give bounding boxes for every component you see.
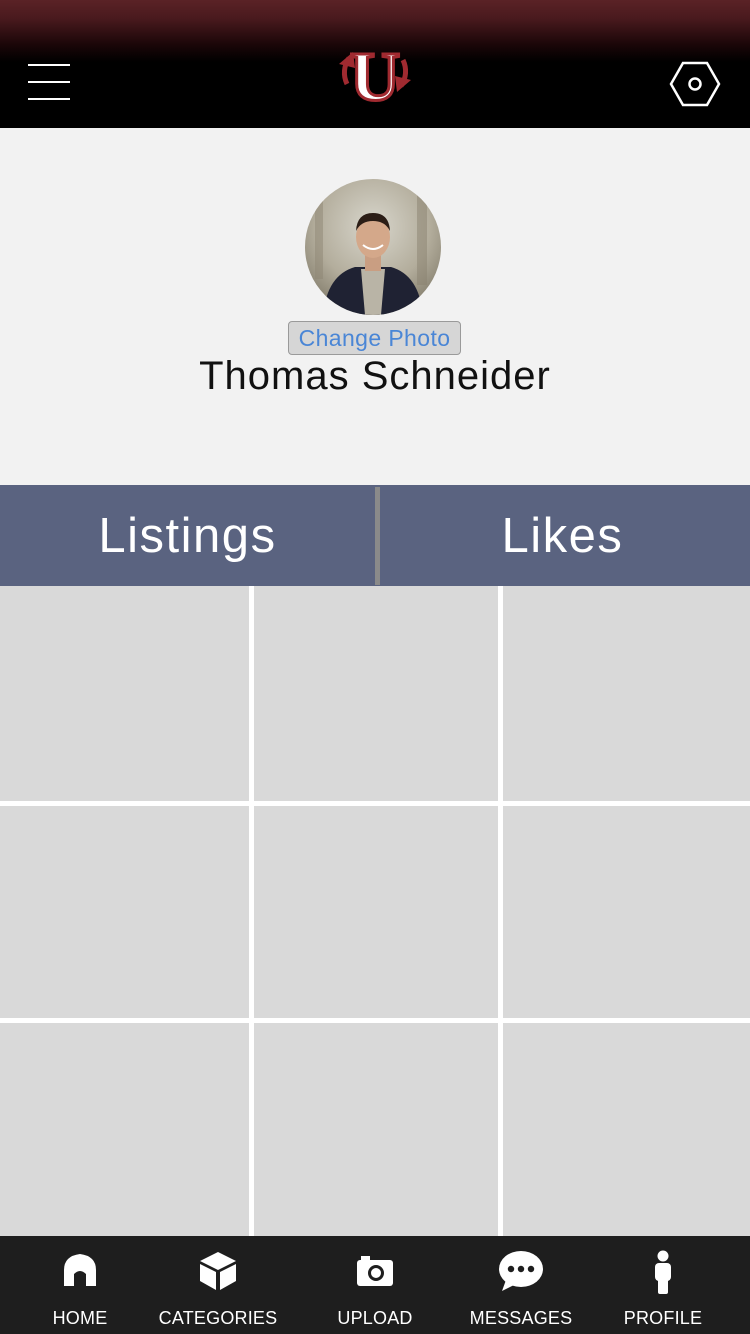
profile-tabs: Listings Likes xyxy=(0,485,750,586)
home-icon xyxy=(64,1254,96,1286)
user-name: Thomas Schneider xyxy=(199,354,551,398)
app: U Change Photo Thomas Schneider Listings… xyxy=(0,0,750,1334)
nav-home[interactable]: HOME xyxy=(20,1236,140,1334)
cube-icon xyxy=(200,1252,236,1290)
camera-icon xyxy=(357,1256,393,1286)
tab-divider xyxy=(375,487,380,585)
grid-item[interactable] xyxy=(0,806,249,1018)
app-logo: U xyxy=(335,36,415,118)
grid-item[interactable] xyxy=(0,1023,249,1236)
nav-profile-label: PROFILE xyxy=(623,1308,703,1328)
bottom-nav: HOME CATEGORIES UPLOAD MESSAGES PROFILE xyxy=(0,1236,750,1334)
grid-item[interactable] xyxy=(503,586,750,801)
grid-item[interactable] xyxy=(503,1023,750,1236)
nav-messages-label: MESSAGES xyxy=(469,1308,573,1328)
chat-bubble-icon xyxy=(499,1251,543,1291)
grid-item[interactable] xyxy=(503,806,750,1018)
nav-home-label: HOME xyxy=(52,1308,108,1328)
nav-upload-label: UPLOAD xyxy=(337,1308,413,1328)
grid-item[interactable] xyxy=(254,586,498,801)
grid-item[interactable] xyxy=(254,1023,498,1236)
nav-profile[interactable]: PROFILE xyxy=(603,1236,723,1334)
avatar[interactable] xyxy=(305,179,441,315)
listings-grid xyxy=(0,586,750,1236)
nav-categories-label: CATEGORIES xyxy=(158,1308,278,1328)
grid-item[interactable] xyxy=(0,586,249,801)
settings-button[interactable] xyxy=(668,60,722,108)
person-icon xyxy=(655,1250,671,1294)
nav-messages[interactable]: MESSAGES xyxy=(461,1236,581,1334)
nav-upload[interactable]: UPLOAD xyxy=(315,1236,435,1334)
menu-button[interactable] xyxy=(28,64,72,102)
svg-text:U: U xyxy=(350,39,401,108)
tab-listings[interactable]: Listings xyxy=(0,485,375,586)
change-photo-button[interactable]: Change Photo xyxy=(288,321,461,355)
hexagon-settings-icon xyxy=(669,61,721,107)
tab-likes[interactable]: Likes xyxy=(375,485,750,586)
top-bar: U xyxy=(0,0,750,128)
profile-section: Change Photo Thomas Schneider xyxy=(0,128,750,485)
grid-item[interactable] xyxy=(254,806,498,1018)
nav-categories[interactable]: CATEGORIES xyxy=(148,1236,288,1334)
